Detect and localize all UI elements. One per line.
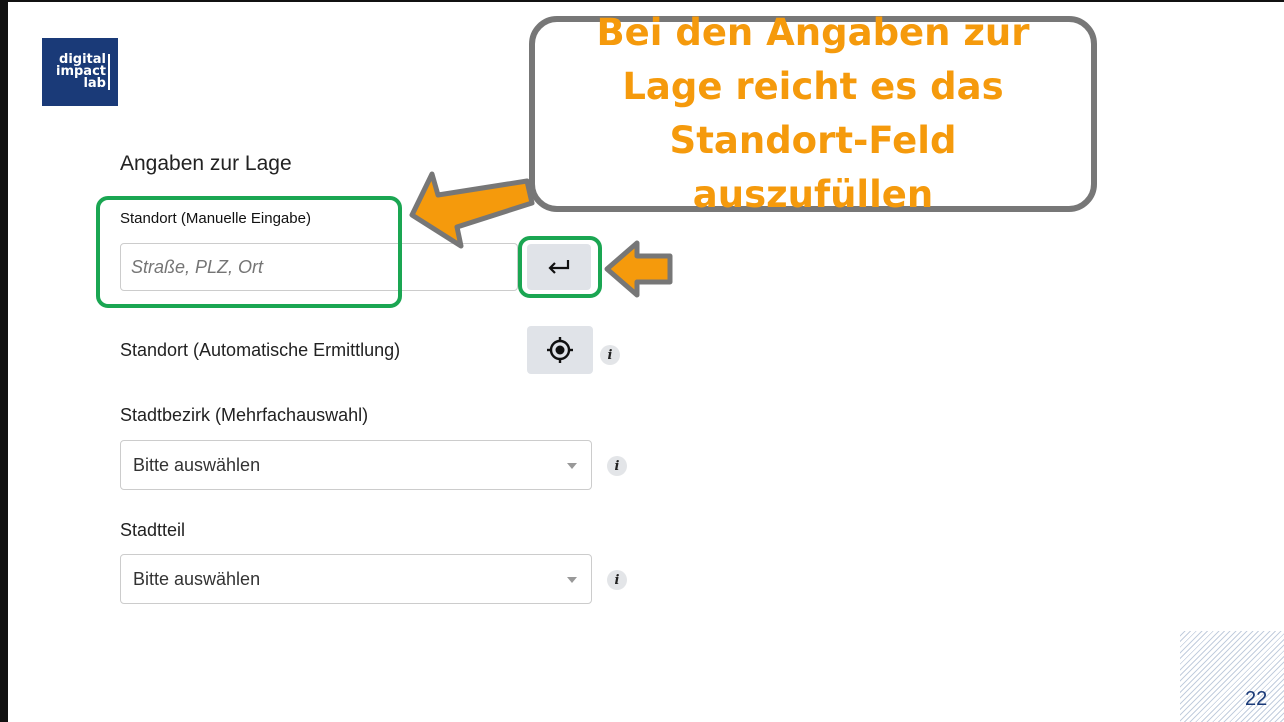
annotation-arrows (409, 171, 673, 298)
arrow-to-enter-button (604, 240, 673, 298)
slide-number-background (1180, 631, 1284, 722)
slide-number: 22 (1245, 688, 1268, 710)
arrow-to-input (409, 171, 535, 249)
